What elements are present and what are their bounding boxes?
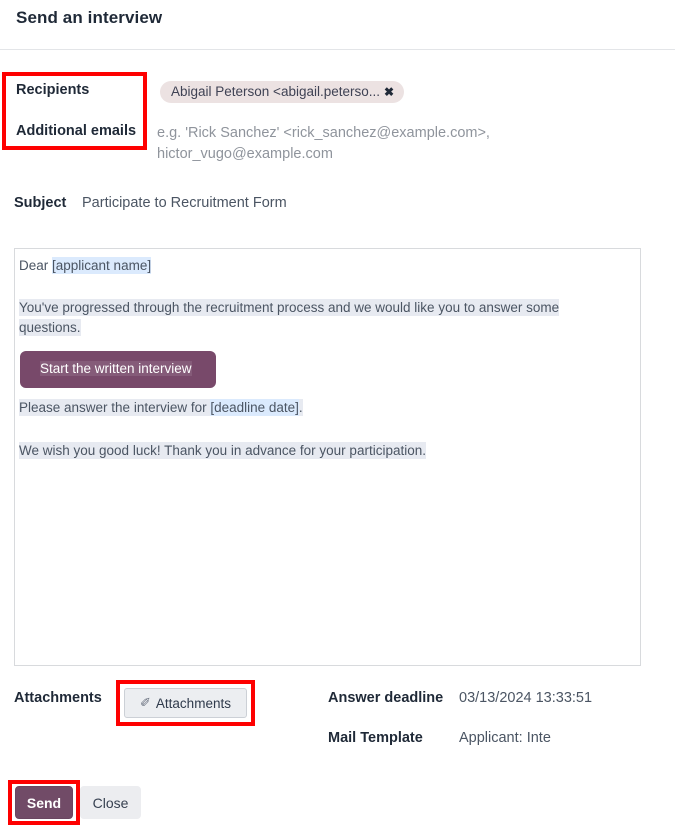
recipient-chip-label: Abigail Peterson <abigail.peterso... xyxy=(171,84,381,99)
mail-deadline-suffix: . xyxy=(298,399,303,416)
mail-greeting: Dear [applicant name] xyxy=(19,256,152,276)
mail-template-label: Mail Template xyxy=(328,730,423,746)
page-title: Send an interview xyxy=(16,8,163,27)
mail-greeting-prefix: Dear xyxy=(19,258,53,273)
mail-cta-label: Start the written interview xyxy=(40,361,192,376)
attachments-button-label: Attachments xyxy=(155,695,231,711)
mail-paragraph-1: You've progressed through the recruitmen… xyxy=(19,298,599,338)
close-button[interactable]: Close xyxy=(80,786,141,819)
header-divider xyxy=(0,49,675,50)
mail-closing-text: We wish you good luck! Thank you in adva… xyxy=(19,442,426,459)
mail-closing-line: We wish you good luck! Thank you in adva… xyxy=(19,441,426,461)
mail-deadline-token: [deadline date] xyxy=(210,399,299,416)
subject-input[interactable]: Participate to Recruitment Form xyxy=(82,195,287,211)
mail-deadline-line: Please answer the interview for [deadlin… xyxy=(19,398,303,418)
additional-emails-input[interactable]: e.g. 'Rick Sanchez' <rick_sanchez@exampl… xyxy=(157,123,557,165)
attachments-label: Attachments xyxy=(14,690,102,706)
recipient-chip[interactable]: Abigail Peterson <abigail.peterso... ✖ xyxy=(160,81,405,103)
mail-template-value[interactable]: Applicant: Inte xyxy=(459,730,579,746)
mail-deadline-prefix: Please answer the interview for xyxy=(19,399,211,416)
mail-paragraph-1-text: You've progressed through the recruitmen… xyxy=(19,299,560,336)
answer-deadline-label: Answer deadline xyxy=(328,690,444,706)
close-icon[interactable]: ✖ xyxy=(384,86,394,98)
additional-emails-field-row: Additional emails xyxy=(16,123,136,139)
attachments-button[interactable]: ✐ Attachments xyxy=(124,688,247,718)
additional-emails-label: Additional emails xyxy=(16,123,137,139)
answer-deadline-value[interactable]: 03/13/2024 13:33:51 xyxy=(459,690,592,706)
recipients-label: Recipients xyxy=(16,82,90,98)
recipients-field-row: Recipients xyxy=(16,82,89,98)
mail-cta-button[interactable]: Start the written interview xyxy=(20,351,216,388)
subject-field-row: Subject xyxy=(14,195,66,211)
subject-label: Subject xyxy=(14,195,67,211)
paperclip-icon: ✐ xyxy=(140,695,151,710)
send-button[interactable]: Send xyxy=(15,786,73,819)
mail-greeting-token: [applicant name] xyxy=(52,257,152,274)
